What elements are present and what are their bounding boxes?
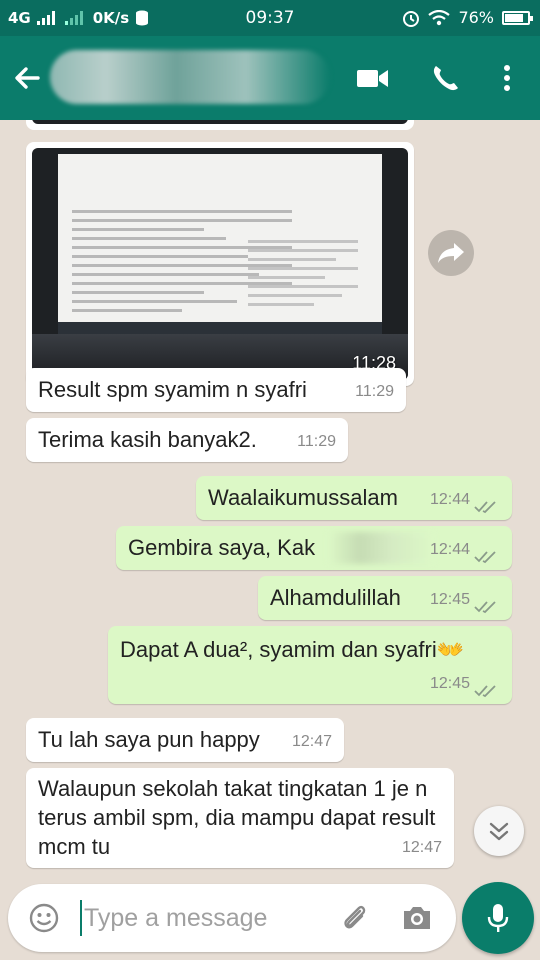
- alarm-icon: [403, 10, 420, 27]
- forward-button[interactable]: [428, 230, 474, 276]
- mic-icon: [487, 904, 509, 932]
- double-check-icon: [474, 551, 496, 564]
- message-time: 12:47: [401, 839, 442, 856]
- message-time: 12:44: [429, 541, 470, 558]
- attach-icon[interactable]: [338, 902, 370, 934]
- message-bubble-outgoing[interactable]: Alhamdulillah 12:45: [258, 576, 512, 620]
- status-right: 76%: [402, 8, 533, 27]
- contact-info-redacted[interactable]: [50, 50, 330, 104]
- chat-header: [0, 36, 540, 120]
- double-check-icon: [474, 685, 496, 698]
- message-text: Alhamdulillah: [270, 585, 401, 610]
- message-time: 12:45: [429, 675, 470, 692]
- image-message[interactable]: 11:28: [26, 142, 414, 386]
- video-call-icon[interactable]: [356, 62, 390, 94]
- camera-icon[interactable]: [400, 902, 434, 934]
- battery-percent: 76%: [458, 8, 494, 27]
- message-text: Result spm syamim n syafri: [38, 377, 307, 402]
- scroll-down-icon: [489, 822, 509, 841]
- previous-image-edge: [26, 120, 414, 130]
- message-bubble-incoming[interactable]: Walaupun sekolah takat tingkatan 1 je n …: [26, 768, 454, 868]
- message-time: 11:29: [297, 433, 336, 450]
- message-photo[interactable]: 11:28: [32, 148, 408, 380]
- status-bar: 4G 0K/s 09:37 76%: [0, 0, 540, 36]
- message-time: 12:45: [429, 591, 470, 608]
- message-bubble-incoming[interactable]: Result spm syamim n syafri 11:29: [26, 368, 406, 412]
- message-text: Walaupun sekolah takat tingkatan 1 je n …: [38, 776, 436, 859]
- text-caret: [80, 900, 82, 936]
- double-check-icon: [474, 601, 496, 614]
- message-bubble-outgoing[interactable]: Gembira saya, Kak 12:44: [116, 526, 512, 570]
- message-compose-bar: [8, 884, 456, 952]
- message-text: Waalaikumussalam: [208, 485, 398, 510]
- wifi-icon: [428, 9, 451, 25]
- message-text: Dapat A dua², syamim dan syafri👐: [120, 637, 465, 662]
- message-bubble-incoming[interactable]: Terima kasih banyak2. 11:29: [26, 418, 348, 462]
- message-bubble-incoming[interactable]: Tu lah saya pun happy 12:47: [26, 718, 344, 762]
- battery-icon: [502, 10, 533, 25]
- message-list[interactable]: 11:28 Result spm syamim n syafri 11:29 T…: [0, 120, 540, 872]
- message-time: 12:47: [291, 733, 332, 750]
- message-time: 11:29: [355, 383, 394, 400]
- message-input[interactable]: [84, 900, 324, 936]
- emoji-icon[interactable]: [28, 902, 60, 934]
- message-text: Terima kasih banyak2.: [38, 427, 257, 452]
- message-bubble-outgoing[interactable]: Dapat A dua², syamim dan syafri👐 12:45: [108, 626, 512, 704]
- back-arrow-icon[interactable]: [10, 60, 46, 96]
- message-time: 12:44: [429, 491, 470, 508]
- forward-icon: [438, 243, 464, 263]
- scroll-to-bottom-button[interactable]: [474, 806, 524, 856]
- voice-record-button[interactable]: [462, 882, 534, 954]
- message-text: Gembira saya, Kak: [128, 535, 316, 560]
- more-options-icon[interactable]: [490, 62, 524, 94]
- message-bubble-outgoing[interactable]: Waalaikumussalam 12:44: [196, 476, 512, 520]
- redacted-name: [328, 532, 434, 564]
- message-text: Tu lah saya pun happy: [38, 727, 260, 752]
- photo-laptop-screen: [58, 154, 382, 332]
- phone-icon[interactable]: [428, 62, 462, 94]
- double-check-icon: [474, 501, 496, 514]
